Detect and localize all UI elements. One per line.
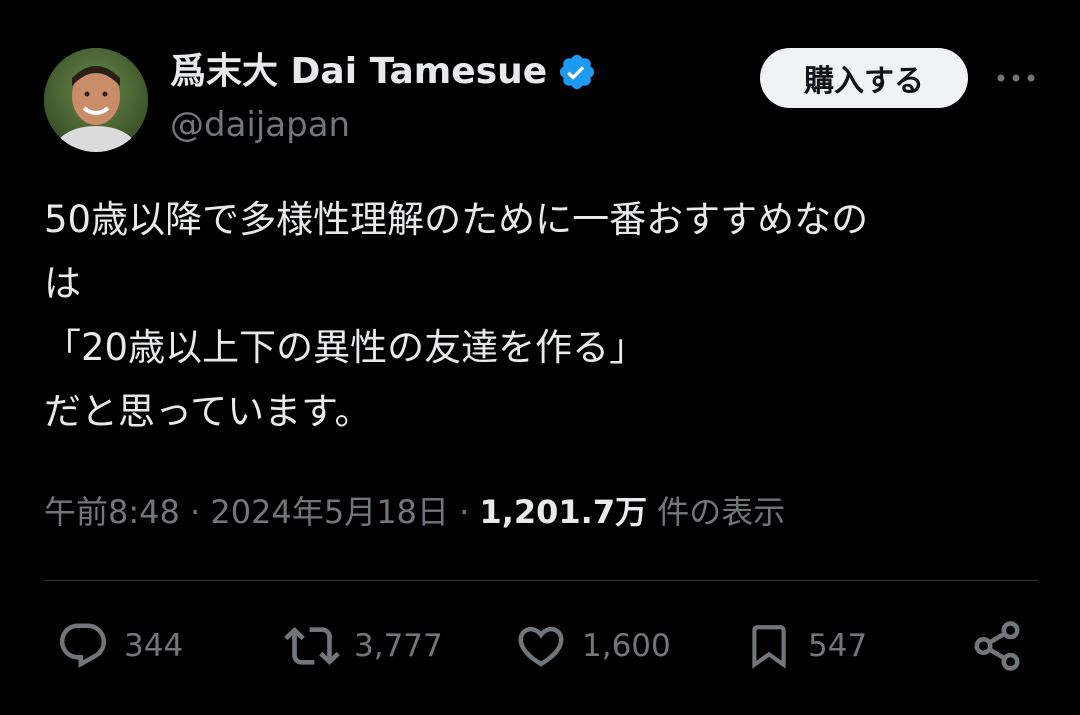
display-name[interactable]: 爲末大 Dai Tamesue [170, 50, 597, 94]
heart-icon [518, 626, 564, 667]
reply-button[interactable]: 344 [56, 614, 183, 678]
action-bar: 344 3,777 1,600 547 [0, 614, 1080, 678]
tweet-line: 50歳以降で多様性理解のために一番おすすめなの [44, 198, 869, 241]
retweet-count: 3,777 [354, 628, 443, 664]
like-count: 1,600 [582, 628, 671, 664]
verified-badge-icon [557, 52, 597, 92]
tweet-meta: 午前8:48 · 2024年5月18日 · 1,201.7万 件の表示 [44, 490, 785, 534]
bookmark-button[interactable]: 547 [744, 614, 867, 678]
bookmark-icon [752, 625, 786, 669]
tweet-line: 「20歳以上下の異性の友達を作る」 [44, 326, 647, 369]
tweet-time[interactable]: 午前8:48 [44, 493, 180, 531]
tweet-date[interactable]: 2024年5月18日 [210, 493, 449, 531]
bookmark-count: 547 [808, 628, 868, 664]
tweet-line: は [44, 262, 81, 305]
more-options-icon[interactable] [992, 60, 1040, 96]
divider [44, 580, 1038, 581]
meta-separator: · [190, 493, 201, 531]
reply-count: 344 [124, 628, 184, 664]
user-handle[interactable]: @daijapan [170, 103, 350, 147]
tweet-header: 爲末大 Dai Tamesue @daijapan 購入する [0, 0, 1080, 160]
reply-icon [59, 623, 107, 668]
tweet-line: だと思っています。 [44, 390, 372, 433]
share-button[interactable] [970, 614, 1024, 678]
retweet-icon [284, 627, 340, 665]
retweet-button[interactable]: 3,777 [284, 614, 443, 678]
display-name-text: 爲末大 Dai Tamesue [170, 51, 548, 92]
avatar[interactable] [44, 48, 148, 152]
tweet-text: 50歳以降で多様性理解のために一番おすすめなの は 「20歳以上下の異性の友達を… [44, 188, 1044, 444]
meta-separator: · [459, 493, 470, 531]
subscribe-button[interactable]: 購入する [760, 48, 968, 108]
views-count[interactable]: 1,201.7万 [479, 493, 647, 531]
share-icon [974, 621, 1020, 671]
like-button[interactable]: 1,600 [514, 614, 671, 678]
views-label: 件の表示 [657, 493, 786, 531]
